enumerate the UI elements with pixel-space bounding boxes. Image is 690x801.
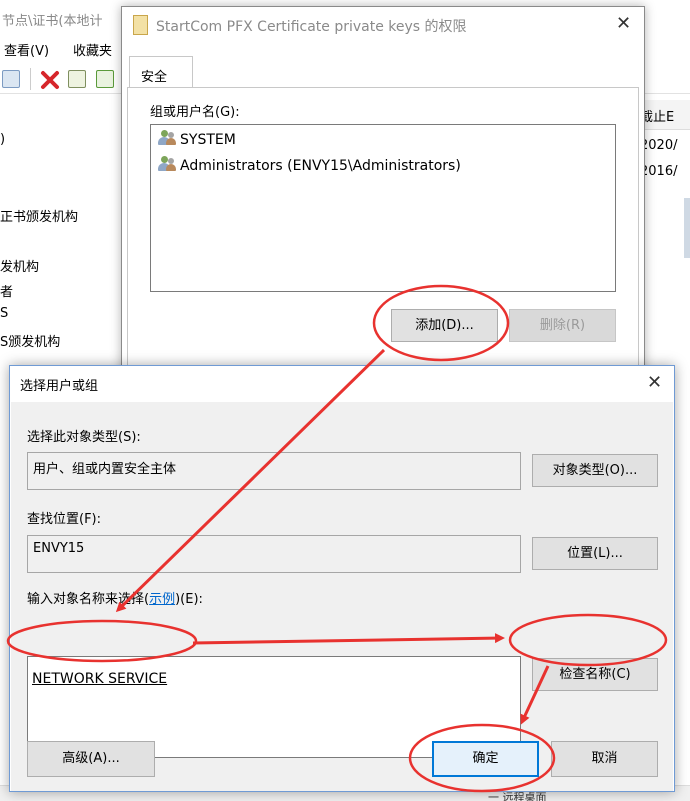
copy-icon[interactable] bbox=[2, 70, 20, 88]
object-type-field: 用户、组或内置安全主体 bbox=[27, 452, 521, 490]
users-icon bbox=[158, 156, 177, 172]
users-icon bbox=[158, 130, 177, 146]
locations-button[interactable]: 位置(L)... bbox=[532, 537, 658, 570]
enter-names-label: 输入对象名称来选择(示例)(E): bbox=[27, 588, 203, 607]
object-type-label: 选择此对象类型(S): bbox=[27, 430, 141, 445]
advanced-button[interactable]: 高级(A)... bbox=[27, 741, 155, 777]
list-item[interactable]: SYSTEM bbox=[158, 130, 236, 152]
select-user-dialog: 选择用户或组 ✕ 选择此对象类型(S): 用户、组或内置安全主体 对象类型(O)… bbox=[9, 365, 675, 792]
remove-button[interactable]: 删除(R) bbox=[509, 309, 616, 342]
select-dialog-title: 选择用户或组 bbox=[20, 379, 99, 394]
security-tab-panel: 组或用户名(G): SYSTEM Administrators (ENVY15\… bbox=[127, 87, 639, 387]
permissions-dialog-titlebar: StartCom PFX Certificate private keys 的权… bbox=[122, 7, 644, 44]
user-name: SYSTEM bbox=[180, 132, 236, 148]
tree-item[interactable]: ) bbox=[0, 132, 5, 147]
tree-item[interactable]: 发机构 bbox=[0, 256, 39, 275]
enter-names-label-pre: 输入对象名称来选择( bbox=[27, 592, 150, 607]
examples-link[interactable]: 示例 bbox=[149, 592, 175, 607]
permissions-dialog-title: StartCom PFX Certificate private keys 的权… bbox=[156, 19, 467, 35]
select-dialog-body: 选择此对象类型(S): 用户、组或内置安全主体 对象类型(O)... 查找位置(… bbox=[11, 402, 673, 791]
folder-icon bbox=[133, 15, 148, 35]
export-icon[interactable] bbox=[96, 70, 114, 88]
enter-names-label-post: )(E): bbox=[175, 592, 203, 607]
list-cell[interactable]: 2016/ bbox=[640, 164, 677, 179]
tree-item[interactable]: 正书颁发机构 bbox=[0, 206, 78, 225]
cancel-button[interactable]: 取消 bbox=[551, 741, 658, 777]
list-item[interactable]: Administrators (ENVY15\Administrators) bbox=[158, 156, 461, 178]
delete-icon[interactable] bbox=[40, 70, 59, 89]
toolbar-separator bbox=[30, 68, 31, 90]
check-names-button[interactable]: 检查名称(C) bbox=[532, 658, 658, 691]
add-button[interactable]: 添加(D)... bbox=[391, 309, 498, 342]
background-scrollbar[interactable] bbox=[684, 198, 690, 258]
permissions-dialog: StartCom PFX Certificate private keys 的权… bbox=[121, 6, 645, 387]
tree-item[interactable]: S颁发机构 bbox=[0, 331, 60, 350]
properties-icon[interactable] bbox=[68, 70, 86, 88]
object-name-text: NETWORK SERVICE bbox=[32, 671, 168, 687]
location-field: ENVY15 bbox=[27, 535, 521, 573]
list-cell[interactable]: 2020/ bbox=[640, 138, 677, 153]
tree-item[interactable]: 者 bbox=[0, 281, 13, 300]
user-name: Administrators (ENVY15\Administrators) bbox=[180, 158, 461, 174]
ok-button[interactable]: 确定 bbox=[432, 741, 539, 777]
group-users-list[interactable]: SYSTEM Administrators (ENVY15\Administra… bbox=[150, 124, 616, 292]
menu-favorites[interactable]: 收藏夹 bbox=[73, 40, 112, 59]
close-icon[interactable]: ✕ bbox=[616, 13, 631, 34]
menu-view[interactable]: 查看(V) bbox=[4, 40, 49, 59]
group-users-label: 组或用户名(G): bbox=[150, 105, 240, 120]
object-types-button[interactable]: 对象类型(O)... bbox=[532, 454, 658, 487]
location-label: 查找位置(F): bbox=[27, 512, 102, 527]
close-icon[interactable]: ✕ bbox=[647, 372, 662, 393]
tree-item[interactable]: S bbox=[0, 306, 8, 321]
